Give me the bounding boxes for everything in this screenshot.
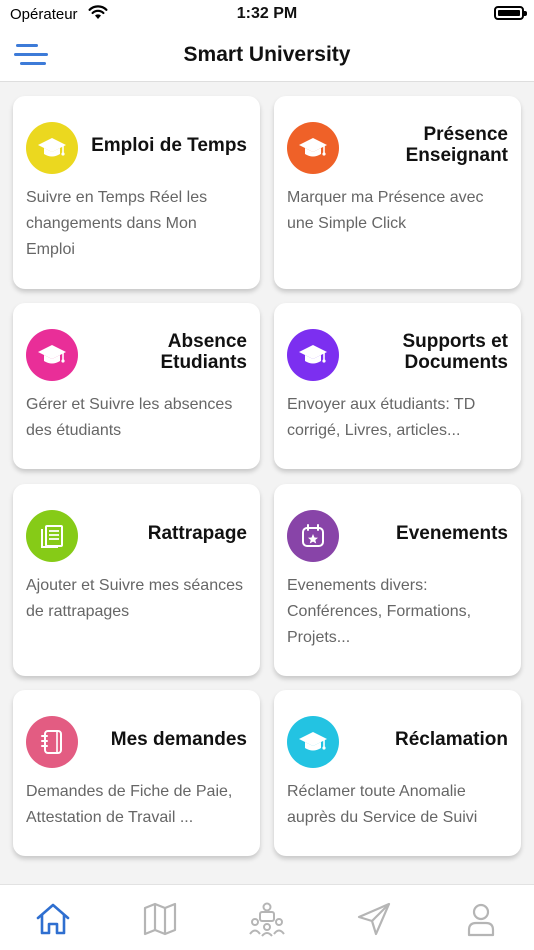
card-description: Réclamer toute Anomalie auprès du Servic… xyxy=(287,783,478,826)
card-description: Gérer et Suivre les absences des étudian… xyxy=(26,396,233,439)
card-description: Evenements divers: Conférences, Formatio… xyxy=(287,577,472,646)
card-title: Evenements xyxy=(396,523,508,544)
send-icon[interactable] xyxy=(354,899,394,939)
battery-icon xyxy=(494,6,527,20)
graduation-cap-icon xyxy=(26,329,78,381)
app-header: Smart University xyxy=(0,28,534,82)
book-icon xyxy=(26,510,78,562)
status-bar: Opérateur 1:32 PM xyxy=(0,0,534,28)
card-description: Marquer ma Présence avec une Simple Clic… xyxy=(287,189,484,232)
card-title: Mes demandes xyxy=(110,729,247,750)
page-title: Smart University xyxy=(183,43,351,66)
profile-icon[interactable] xyxy=(461,899,501,939)
card-emploi-de-temps[interactable]: Emploi de Temps Suivre en Temps Réel les… xyxy=(13,96,260,289)
card-description: Demandes de Fiche de Paie, Attestation d… xyxy=(26,783,233,826)
card-description: Suivre en Temps Réel les changements dan… xyxy=(26,189,208,258)
card-description: Envoyer aux étudiants: TD corrigé, Livre… xyxy=(287,396,476,439)
notebook-icon xyxy=(26,716,78,768)
card-mes-demandes[interactable]: Mes demandes Demandes de Fiche de Paie, … xyxy=(13,690,260,856)
card-rattrapage[interactable]: Rattrapage Ajouter et Suivre mes séances… xyxy=(13,484,260,676)
graduation-cap-icon xyxy=(287,122,339,174)
graduation-cap-icon xyxy=(26,122,78,174)
card-reclamation[interactable]: Réclamation Réclamer toute Anomalie aupr… xyxy=(274,690,521,856)
graduation-cap-icon xyxy=(287,716,339,768)
graduation-cap-icon xyxy=(287,329,339,381)
card-title: Rattrapage xyxy=(147,523,247,544)
card-presence-enseignant[interactable]: Présence Enseignant Marquer ma Présence … xyxy=(274,96,521,289)
team-icon[interactable] xyxy=(247,899,287,939)
home-icon[interactable] xyxy=(33,899,73,939)
card-title: Réclamation xyxy=(395,729,508,750)
card-title: Supports et Documents xyxy=(402,331,508,373)
clock: 1:32 PM xyxy=(236,5,298,22)
bottom-navigation xyxy=(0,884,534,950)
map-icon[interactable] xyxy=(140,899,180,939)
card-title: Absence Etudiants xyxy=(160,331,247,373)
card-absence-etudiants[interactable]: Absence Etudiants Gérer et Suivre les ab… xyxy=(13,303,260,469)
card-evenements[interactable]: Evenements Evenements divers: Conférence… xyxy=(274,484,521,676)
card-title: Présence Enseignant xyxy=(405,124,508,166)
card-supports-et-documents[interactable]: Supports et Documents Envoyer aux étudia… xyxy=(274,303,521,469)
card-title: Emploi de Temps xyxy=(91,135,247,156)
calendar-icon xyxy=(287,510,339,562)
card-description: Ajouter et Suivre mes séances de rattrap… xyxy=(26,577,243,620)
